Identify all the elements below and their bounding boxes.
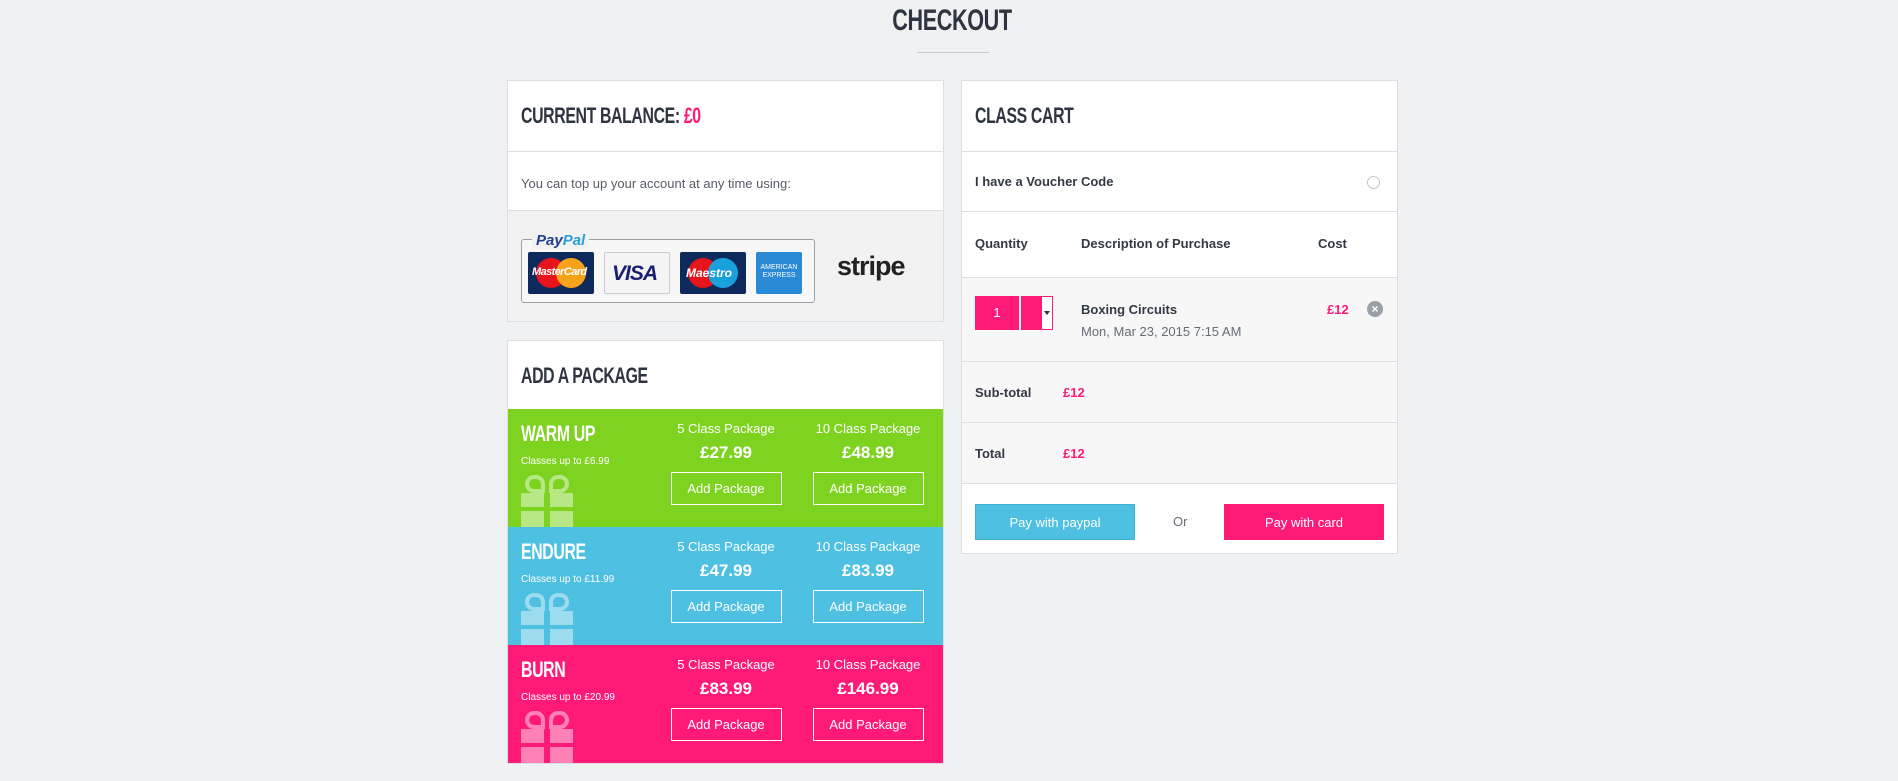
topup-text: You can top up your account at any time … bbox=[508, 152, 943, 211]
column-description: Description of Purchase bbox=[1081, 236, 1231, 251]
quantity-dropdown[interactable] bbox=[1021, 296, 1053, 330]
package-option-label: 10 Class Package bbox=[815, 657, 921, 672]
chevron-down-icon bbox=[1044, 311, 1050, 315]
cart-column-headers: Quantity Description of Purchase Cost bbox=[962, 212, 1397, 278]
title-divider bbox=[917, 52, 989, 53]
package-option: 5 Class Package £47.99 Add Package bbox=[666, 539, 786, 623]
package-option: 10 Class Package £146.99 Add Package bbox=[808, 657, 928, 741]
package-option: 10 Class Package £48.99 Add Package bbox=[808, 421, 928, 505]
paypal-label: PayPal bbox=[532, 232, 590, 249]
maestro-icon: Maestro bbox=[680, 252, 746, 294]
page-title: CHECKOUT bbox=[0, 4, 1898, 38]
stripe-logo-icon: stripe bbox=[837, 251, 906, 281]
pay-with-paypal-button[interactable]: Pay with paypal bbox=[975, 504, 1135, 540]
add-package-button[interactable]: Add Package bbox=[812, 708, 924, 741]
close-icon[interactable]: × bbox=[1367, 301, 1383, 317]
package-subtitle: Classes up to £20.99 bbox=[521, 692, 615, 703]
package-subtitle: Classes up to £6.99 bbox=[521, 456, 610, 467]
mastercard-icon: MasterCard bbox=[528, 252, 594, 294]
package-name: ENDURE bbox=[521, 539, 586, 564]
column-cost: Cost bbox=[1318, 236, 1347, 251]
visa-icon: VISA bbox=[604, 252, 670, 294]
package-endure: ENDURE Classes up to £11.99 5 Class Pack… bbox=[508, 527, 943, 645]
package-option: 10 Class Package £83.99 Add Package bbox=[808, 539, 928, 623]
voucher-row[interactable]: I have a Voucher Code bbox=[962, 152, 1397, 212]
balance-heading-label: CURRENT BALANCE: bbox=[521, 103, 680, 128]
mastercard-text: MasterCard bbox=[532, 266, 587, 278]
subtotal-label: Sub-total bbox=[975, 385, 1032, 400]
column-quantity: Quantity bbox=[975, 236, 1028, 251]
payment-actions: Pay with paypal Or Pay with card bbox=[962, 484, 1397, 559]
package-burn: BURN Classes up to £20.99 5 Class Packag… bbox=[508, 645, 943, 763]
payment-logos: PayPal MasterCard VISA Maestro AMERICAN … bbox=[508, 211, 943, 321]
amex-text: AMERICAN EXPRESS bbox=[760, 264, 798, 279]
item-date: Mon, Mar 23, 2015 7:15 AM bbox=[1081, 324, 1242, 339]
voucher-label: I have a Voucher Code bbox=[975, 174, 1114, 189]
package-option-label: 5 Class Package bbox=[677, 539, 775, 554]
add-package-button[interactable]: Add Package bbox=[812, 590, 924, 623]
add-package-button[interactable]: Add Package bbox=[670, 708, 782, 741]
pay-with-card-button[interactable]: Pay with card bbox=[1224, 504, 1384, 540]
package-option-label: 10 Class Package bbox=[815, 539, 921, 554]
item-cost: £12 bbox=[1327, 302, 1349, 317]
package-option-price: £27.99 bbox=[700, 443, 752, 462]
subtotal-row: Sub-total £12 bbox=[962, 362, 1397, 423]
cart-heading: CLASS CART bbox=[975, 103, 1074, 128]
package-option-price: £146.99 bbox=[837, 679, 899, 698]
package-heading: ADD A PACKAGE bbox=[521, 363, 648, 388]
package-option-label: 5 Class Package bbox=[677, 421, 775, 436]
balance-amount: £0 bbox=[683, 103, 701, 128]
package-option-label: 5 Class Package bbox=[677, 657, 775, 672]
voucher-radio[interactable] bbox=[1367, 176, 1380, 189]
total-label: Total bbox=[975, 446, 1006, 461]
package-panel: ADD A PACKAGE WARM UP Classes up to £6.9… bbox=[507, 340, 944, 764]
add-package-button[interactable]: Add Package bbox=[812, 472, 924, 505]
quantity-field[interactable]: 1 bbox=[975, 296, 1019, 330]
balance-panel: CURRENT BALANCE: £0 You can top up your … bbox=[507, 80, 944, 322]
package-option: 5 Class Package £27.99 Add Package bbox=[666, 421, 786, 505]
balance-heading: CURRENT BALANCE: £0 bbox=[521, 103, 701, 129]
package-option-price: £83.99 bbox=[842, 561, 894, 580]
gift-icon bbox=[521, 593, 573, 645]
item-name: Boxing Circuits bbox=[1081, 302, 1178, 317]
total-row: Total £12 bbox=[962, 423, 1397, 484]
cart-header: CLASS CART bbox=[962, 81, 1397, 152]
package-warm-up: WARM UP Classes up to £6.99 5 Class Pack… bbox=[508, 409, 943, 527]
paypal-label-pal: Pal bbox=[562, 232, 586, 249]
add-package-button[interactable]: Add Package bbox=[670, 472, 782, 505]
package-option-price: £48.99 bbox=[842, 443, 894, 462]
paypal-label-pay: Pay bbox=[536, 232, 563, 249]
package-name: WARM UP bbox=[521, 421, 596, 446]
package-option-label: 10 Class Package bbox=[815, 421, 921, 436]
paypal-logo-icon: PayPal MasterCard VISA Maestro AMERICAN … bbox=[521, 232, 815, 303]
amex-icon: AMERICAN EXPRESS bbox=[756, 252, 802, 294]
visa-text: VISA bbox=[612, 262, 658, 285]
package-subtitle: Classes up to £11.99 bbox=[521, 574, 615, 585]
gift-icon bbox=[521, 711, 573, 763]
page-title-text: CHECKOUT bbox=[892, 4, 1012, 37]
cart-item-row: 1 Boxing Circuits Mon, Mar 23, 2015 7:15… bbox=[962, 278, 1397, 362]
package-name: BURN bbox=[521, 657, 566, 682]
add-package-button[interactable]: Add Package bbox=[670, 590, 782, 623]
package-option-price: £83.99 bbox=[700, 679, 752, 698]
total-value: £12 bbox=[1063, 446, 1085, 461]
package-header: ADD A PACKAGE bbox=[508, 341, 943, 409]
package-option: 5 Class Package £83.99 Add Package bbox=[666, 657, 786, 741]
class-cart-panel: CLASS CART I have a Voucher Code Quantit… bbox=[961, 80, 1398, 554]
maestro-text: Maestro bbox=[686, 266, 733, 280]
balance-header: CURRENT BALANCE: £0 bbox=[508, 81, 943, 152]
gift-icon bbox=[521, 475, 573, 527]
package-option-price: £47.99 bbox=[700, 561, 752, 580]
subtotal-value: £12 bbox=[1063, 385, 1085, 400]
or-separator: Or bbox=[1173, 514, 1188, 529]
